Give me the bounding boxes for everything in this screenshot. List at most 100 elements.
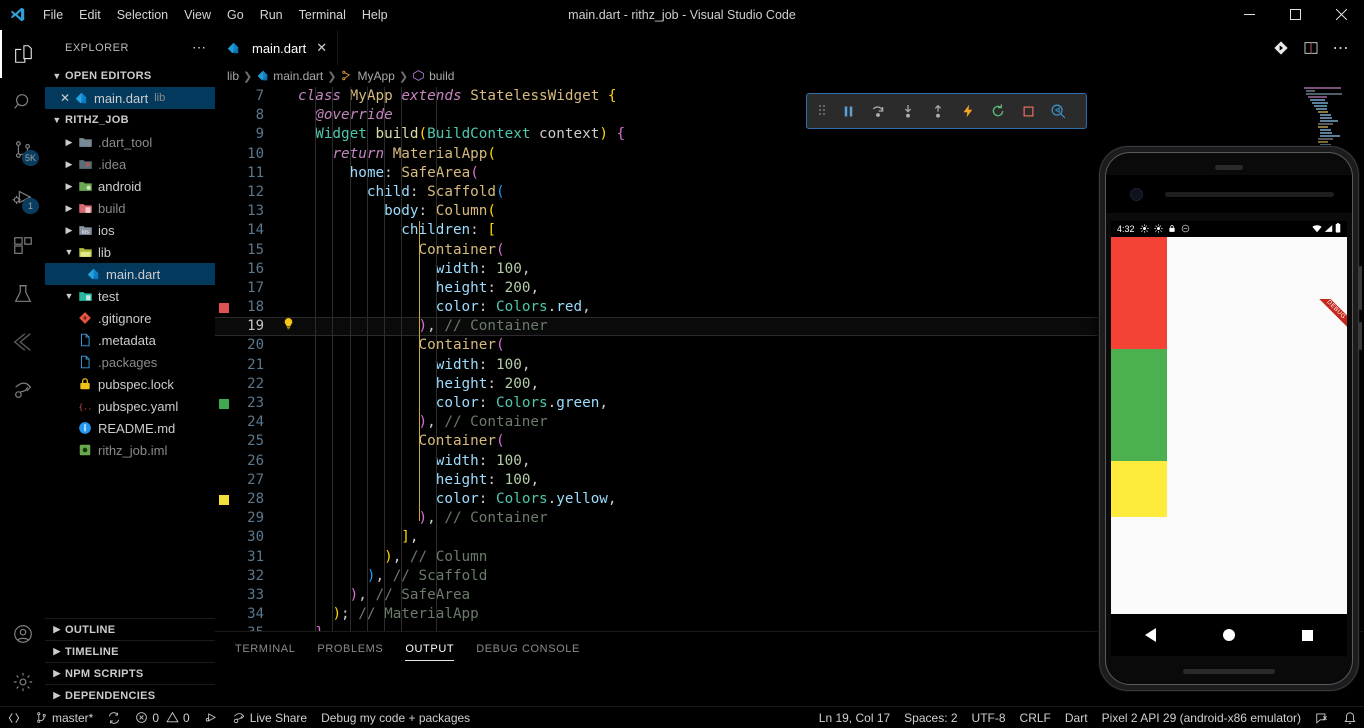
status-language-mode[interactable]: Dart — [1058, 707, 1095, 728]
tree-item-test[interactable]: ▼ test — [45, 285, 215, 307]
section-timeline[interactable]: ▶ TIMELINE — [45, 640, 215, 662]
tree-item-packages[interactable]: .packages — [45, 351, 215, 373]
activity-extensions[interactable] — [0, 222, 45, 270]
section-project-root[interactable]: ▼ RITHZ_JOB — [45, 109, 215, 131]
tree-item-lib[interactable]: ▼ lib — [45, 241, 215, 263]
activity-explorer[interactable] — [0, 30, 45, 78]
pause-button[interactable] — [833, 96, 863, 126]
recents-button[interactable] — [1302, 629, 1314, 641]
hot-restart-button[interactable] — [983, 96, 1013, 126]
drag-handle-icon[interactable] — [811, 96, 833, 126]
code-token: , — [607, 490, 617, 507]
menu-help[interactable]: Help — [354, 0, 396, 30]
status-sync[interactable] — [100, 707, 128, 728]
code-token: : — [487, 471, 505, 488]
power-button[interactable] — [1359, 266, 1362, 310]
section-dependencies[interactable]: ▶ DEPENDENCIES — [45, 684, 215, 706]
breadcrumb-main-dart[interactable]: main.dart — [256, 69, 323, 83]
tree-item-pubspec-lock[interactable]: pubspec.lock — [45, 373, 215, 395]
status-feedback[interactable] — [1308, 707, 1336, 728]
tree-item-ios[interactable]: ▶ ios ios — [45, 219, 215, 241]
maximize-button[interactable] — [1272, 0, 1318, 30]
tree-item-metadata[interactable]: .metadata — [45, 329, 215, 351]
code-text[interactable]: class MyApp extends StatelessWidget { — [298, 87, 1304, 106]
android-emulator-window[interactable]: 4:32 DEBUG — [1098, 116, 1362, 692]
breadcrumb-build[interactable]: build — [412, 69, 454, 83]
menu-run[interactable]: Run — [252, 0, 291, 30]
back-button[interactable] — [1144, 628, 1156, 642]
activity-source-control[interactable]: 5K — [0, 126, 45, 174]
tree-item-gitignore[interactable]: .gitignore — [45, 307, 215, 329]
hot-reload-button[interactable] — [953, 96, 983, 126]
sidebar-more-icon[interactable]: ⋯ — [192, 39, 207, 56]
activity-accounts[interactable] — [0, 610, 45, 658]
activity-settings[interactable] — [0, 658, 45, 706]
status-run[interactable] — [197, 707, 225, 728]
menu-go[interactable]: Go — [219, 0, 252, 30]
tab-close-icon[interactable]: ✕ — [316, 40, 327, 56]
app-screen[interactable]: DEBUG — [1111, 237, 1347, 614]
menu-file[interactable]: File — [35, 0, 71, 30]
step-over-button[interactable] — [863, 96, 893, 126]
status-problems[interactable]: 0 0 — [128, 707, 196, 728]
open-editor-item-main-dart[interactable]: ✕ main.dart lib — [45, 87, 215, 109]
step-into-button[interactable] — [893, 96, 923, 126]
flutter-run-icon[interactable] — [1268, 30, 1294, 65]
tree-item-pubspec-yaml[interactable]: {..} pubspec.yaml — [45, 395, 215, 417]
activity-testing[interactable] — [0, 270, 45, 318]
breadcrumb-lib[interactable]: lib — [227, 69, 239, 83]
tree-item-dart-tool[interactable]: ▶ .dart_tool — [45, 131, 215, 153]
panel-tab-problems[interactable]: PROBLEMS — [317, 632, 383, 667]
tree-item-iml[interactable]: rithz_job.iml — [45, 439, 215, 461]
close-icon[interactable]: ✕ — [57, 91, 73, 105]
activity-live-share[interactable] — [0, 366, 45, 414]
status-remote[interactable] — [0, 707, 28, 728]
stop-button[interactable] — [1013, 96, 1043, 126]
status-indentation[interactable]: Spaces: 2 — [897, 707, 964, 728]
code-line[interactable]: 7 class MyApp extends StatelessWidget { — [215, 87, 1304, 106]
minimize-button[interactable] — [1226, 0, 1272, 30]
panel-tab-debug-console[interactable]: DEBUG CONSOLE — [476, 632, 580, 667]
tree-item-idea[interactable]: ▶ .idea — [45, 153, 215, 175]
activity-flutter[interactable] — [0, 318, 45, 366]
menu-terminal[interactable]: Terminal — [291, 0, 354, 30]
status-debug-config[interactable]: Debug my code + packages — [314, 707, 477, 728]
section-npm-scripts[interactable]: ▶ NPM SCRIPTS — [45, 662, 215, 684]
breadcrumb-myapp[interactable]: MyApp — [340, 69, 395, 83]
menu-view[interactable]: View — [176, 0, 219, 30]
section-open-editors[interactable]: ▼ OPEN EDITORS — [45, 65, 215, 87]
activity-search[interactable] — [0, 78, 45, 126]
panel-tab-output[interactable]: OUTPUT — [405, 632, 455, 667]
status-cursor-position[interactable]: Ln 19, Col 17 — [812, 707, 897, 728]
menu-bar[interactable]: File Edit Selection View Go Run Terminal… — [35, 0, 396, 30]
inspect-widget-button[interactable] — [1043, 96, 1073, 126]
lightbulb-icon[interactable] — [278, 317, 298, 336]
window-controls[interactable] — [1226, 0, 1364, 30]
menu-selection[interactable]: Selection — [109, 0, 176, 30]
tab-main-dart[interactable]: main.dart ✕ — [215, 30, 339, 65]
status-eol[interactable]: CRLF — [1013, 707, 1058, 728]
home-button[interactable] — [1222, 629, 1235, 641]
status-encoding[interactable]: UTF-8 — [965, 707, 1013, 728]
status-device-selector[interactable]: Pixel 2 API 29 (android-x86 emulator) — [1095, 707, 1308, 728]
status-branch[interactable]: master* — [28, 707, 100, 728]
volume-button[interactable] — [1359, 322, 1362, 350]
minimap-line — [1310, 99, 1325, 101]
status-notifications-bell[interactable] — [1336, 707, 1364, 728]
split-editor-icon[interactable] — [1298, 30, 1324, 65]
tree-item-build[interactable]: ▶ build — [45, 197, 215, 219]
tree-item-main-dart[interactable]: main.dart — [45, 263, 215, 285]
menu-edit[interactable]: Edit — [71, 0, 109, 30]
tree-item-readme[interactable]: README.md — [45, 417, 215, 439]
section-outline[interactable]: ▶ OUTLINE — [45, 618, 215, 640]
close-button[interactable] — [1318, 0, 1364, 30]
panel-tab-terminal[interactable]: TERMINAL — [235, 632, 295, 667]
status-live-share[interactable]: Live Share — [225, 707, 314, 728]
debug-toolbar[interactable] — [806, 93, 1087, 129]
activity-run-debug[interactable]: 1 — [0, 174, 45, 222]
more-actions-icon[interactable]: ⋯ — [1328, 30, 1354, 65]
android-nav-bar[interactable] — [1111, 614, 1347, 656]
step-out-button[interactable] — [923, 96, 953, 126]
tree-item-android[interactable]: ▶ android — [45, 175, 215, 197]
code-token: , — [599, 395, 608, 411]
